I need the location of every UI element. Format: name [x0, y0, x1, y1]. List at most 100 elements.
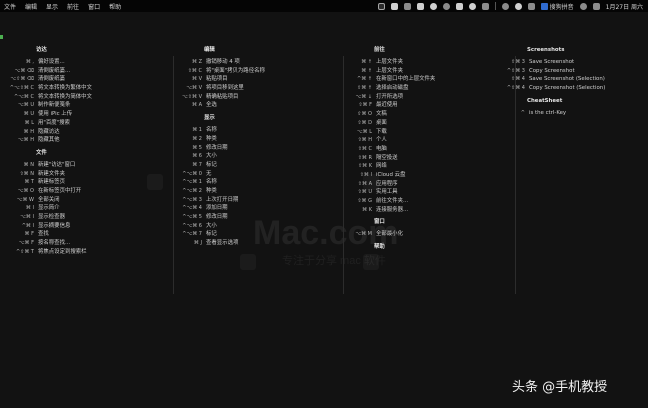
flash-icon[interactable] [416, 2, 424, 10]
shortcut-keys: ^⌥⇧⌘ C [9, 85, 34, 92]
shortcut-row: ⇧⌘ F 最近使用 [340, 101, 510, 110]
shortcut-label: 名称 [206, 127, 217, 134]
shortcut-keys: ⇧⌘ 4 [511, 76, 525, 83]
shortcut-label: 新建"访达"窗口 [38, 161, 76, 168]
app-status-icon[interactable] [377, 2, 385, 10]
shortcut-row: ⌥⇧⌘ V 精确粘贴项目 [170, 93, 338, 102]
shortcut-keys: ⌘ V [191, 76, 202, 83]
shortcut-row: ^⇧⌘ 4 Copy Screenshot (Selection) [493, 84, 645, 93]
shortcut-label: 电脑 [376, 145, 387, 152]
shortcut-row: ^⌘ ↑ 在新窗口中的上层文件夹 [340, 75, 510, 84]
shortcut-keys: ^⇧⌘ T [15, 248, 34, 255]
shortcut-row: ⌥⌘ ⌫ 清倒废纸篓... [2, 67, 168, 76]
shortcut-label: 前往文件夹... [376, 198, 409, 204]
shortcut-row: ⇧⌘ C 将"桌面"拷贝为路径名称 [170, 67, 338, 76]
shortcut-keys: ^⌥⌘ C [13, 93, 34, 100]
shortcut-label: 最近使用 [376, 102, 398, 109]
shortcut-row: ^⌥⌘ 7 标记 [170, 230, 338, 239]
shortcut-row: ⌥⌘ I 显示检查器 [2, 213, 168, 222]
menu-help[interactable]: 帮助 [109, 2, 121, 11]
qq-icon[interactable] [481, 2, 489, 10]
menu-bar: 文件 编辑 显示 前往 窗口 帮助 搜狗拼音 1月27日 周六 [0, 0, 648, 12]
shortcut-keys: ⇧⌘ 3 [511, 59, 525, 65]
shortcut-label: is the ctrl-Key [529, 109, 567, 116]
shortcut-row: ⌘ T 新建标签页 [2, 178, 168, 187]
shortcut-label: 显示摘要信息 [38, 222, 71, 229]
shortcut-keys: ⌥⌘ V [186, 85, 202, 92]
shortcut-label: 显示检查器 [38, 214, 65, 220]
shortcut-keys: ⌥⌘ U [17, 102, 34, 109]
shortcut-label: 无 [206, 170, 212, 177]
wifi-icon[interactable] [501, 2, 509, 10]
shortcut-row: ^⌥⌘ 2 种类 [170, 187, 338, 196]
shortcut-keys: ^⌘ ↑ [357, 76, 372, 83]
shortcut-keys: ⌘ 5 [192, 144, 202, 151]
shortcut-label: 将焦点设定到搜索栏 [38, 248, 87, 255]
shortcut-row: ⌥⌘ U 制作新便笺条 [2, 101, 168, 110]
shortcut-keys: ^⌥⌘ 0 [182, 170, 202, 177]
menu-file[interactable]: 文件 [4, 2, 16, 11]
shortcut-row: ⇧⌘ D 桌面 [340, 119, 510, 128]
shortcut-label: 实用工具 [376, 189, 398, 196]
wechat-icon[interactable] [468, 2, 476, 10]
vpn-icon[interactable] [429, 2, 437, 10]
shortcut-row: ⌘ 6 大小 [170, 152, 338, 161]
menu-view[interactable]: 显示 [46, 2, 58, 11]
shortcut-keys: ⌥⌘ F [18, 240, 34, 247]
notes-icon[interactable] [390, 2, 398, 10]
shortcut-row: ⇧⌘ H 个人 [340, 136, 510, 145]
info-icon[interactable] [442, 2, 450, 10]
shortcut-label: 应用程序 [376, 180, 398, 187]
menu-clock[interactable]: 1月27日 周六 [606, 2, 643, 11]
shortcut-label: 显示简介 [38, 205, 60, 212]
shortcut-keys: ⌘ ↑ [361, 67, 372, 74]
shortcut-keys: ^⌥⌘ 4 [182, 205, 202, 212]
shortcut-row: ⇧⌘ K 网络 [340, 162, 510, 171]
shortcut-keys: ⇧⌘ O [357, 111, 372, 118]
menu-go[interactable]: 前往 [67, 2, 79, 11]
shortcut-keys: ⇧⌘ K [357, 163, 372, 170]
shortcut-row: ⌘ 1 名称 [170, 126, 338, 135]
shortcut-keys: ⌘ J [193, 240, 202, 247]
battery-icon[interactable] [527, 2, 535, 10]
cloud-upload-icon[interactable] [455, 2, 463, 10]
shortcut-label: 下载 [376, 128, 387, 135]
notification-center-icon[interactable] [592, 2, 600, 10]
shortcut-label: 用"百度"搜索 [38, 119, 70, 126]
shortcut-row: ^⌥⌘ 1 名称 [170, 178, 338, 187]
shortcut-label: Save Screenshot [529, 59, 575, 65]
shortcut-row: ⇧⌘ A 应用程序 [340, 180, 510, 189]
column-edit-view: 编辑 ⌘ Z 撤销移动 4 项 ⇧⌘ C 将"桌面"拷贝为路径名称 ⌘ V 粘贴项目 ⌥⌘ V… [170, 47, 338, 248]
shortcut-label: 打开所选项 [376, 93, 403, 100]
shortcut-label: 在新标签页中打开 [38, 187, 82, 194]
shortcut-label: 将"桌面"拷贝为路径名称 [206, 67, 265, 74]
shortcut-keys: ^⌥⌘ 5 [182, 214, 202, 220]
section-title: CheatSheet [527, 97, 563, 104]
shortcut-keys: ^⌥⌘ 3 [182, 196, 202, 203]
shortcut-label: 桌面 [376, 119, 387, 126]
shortcut-keys: ⌘ H [23, 128, 34, 135]
shortcut-label: 修改日期 [206, 214, 228, 220]
search-icon[interactable] [579, 2, 587, 10]
shortcut-keys: ⌘ 2 [192, 135, 202, 142]
shortcut-row: ⇧⌘ U 实用工具 [340, 188, 510, 197]
shortcut-label: 隔空投送 [376, 154, 398, 161]
menu-window[interactable]: 窗口 [88, 2, 100, 11]
shortcut-row: ⌥⌘ M 全部最小化 [340, 230, 510, 239]
shortcut-keys: ^ [520, 109, 525, 116]
shortcut-label: 标记 [206, 231, 217, 238]
shortcut-row: ^⌥⌘ 3 上次打开日期 [170, 196, 338, 205]
menu-edit[interactable]: 编辑 [25, 2, 37, 11]
shortcut-label: 清倒废纸篓 [38, 76, 65, 83]
shortcut-label: 全部最小化 [376, 231, 403, 238]
shortcut-keys: ⌥⇧⌘ V [182, 93, 202, 100]
clipboard-icon[interactable] [403, 2, 411, 10]
volume-icon[interactable] [514, 2, 522, 10]
shortcut-keys: ⇧⌘ F [358, 102, 372, 109]
input-method[interactable]: 搜狗拼音 [540, 2, 574, 11]
shortcut-label: 大小 [206, 222, 217, 229]
shortcut-keys: ⌥⌘ H [17, 137, 34, 144]
shortcut-keys: ⌘ I [25, 205, 34, 212]
shortcut-keys: ^⇧⌘ 4 [506, 85, 525, 92]
shortcut-label: Save Screenshot (Selection) [529, 76, 605, 83]
